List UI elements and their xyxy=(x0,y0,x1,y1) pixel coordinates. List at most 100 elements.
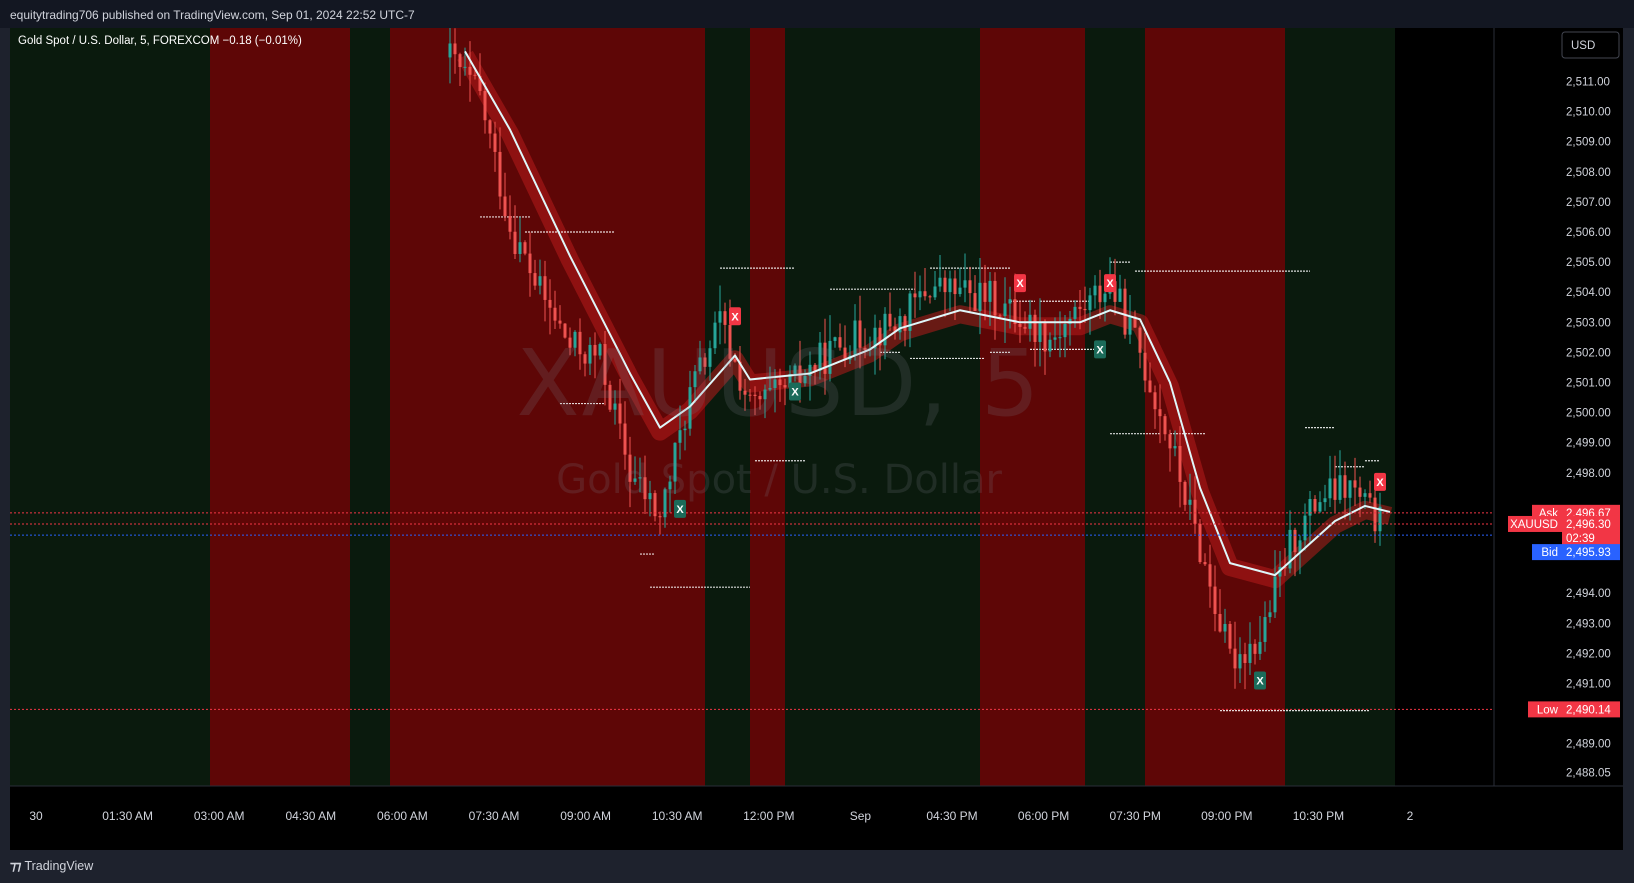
candle-body xyxy=(718,311,722,323)
x-tick-label: 12:00 PM xyxy=(743,809,794,823)
candle-body xyxy=(748,394,752,396)
bid-name-text: Bid xyxy=(1541,547,1558,559)
candle-body xyxy=(943,277,947,293)
bid-value-text: 2,495.93 xyxy=(1566,547,1611,559)
candle-body xyxy=(1008,299,1012,304)
y-tick-label: 2,491.00 xyxy=(1566,679,1611,691)
candle-body xyxy=(543,276,547,300)
candle-body xyxy=(1223,623,1227,632)
candle-body xyxy=(1238,654,1242,669)
candle-body xyxy=(1328,478,1332,499)
candle-body xyxy=(723,311,727,325)
candle-body xyxy=(1143,352,1147,381)
y-tick-label: 2,506.00 xyxy=(1566,227,1611,239)
candle-body xyxy=(473,74,477,76)
candle-body xyxy=(988,280,992,302)
candle-body xyxy=(503,196,507,217)
signal-label: X xyxy=(791,387,799,399)
candle-body xyxy=(1353,480,1357,488)
legend-change: −0.18 (−0.01%) xyxy=(222,35,302,47)
candle-body xyxy=(643,477,647,500)
candle-body xyxy=(563,323,567,338)
candle-body xyxy=(1083,308,1087,311)
candle-body xyxy=(1318,502,1322,512)
currency-label: USD xyxy=(1571,40,1595,52)
zone-green-8 xyxy=(1085,28,1145,786)
candle-body xyxy=(1218,614,1222,632)
candle-body xyxy=(758,395,762,400)
candle-body xyxy=(558,320,562,324)
candle-body xyxy=(1128,316,1132,335)
candle-body xyxy=(843,347,847,360)
candle-body xyxy=(568,337,572,348)
publish-bar: equitytrading706 published on TradingVie… xyxy=(0,0,1634,28)
candle-body xyxy=(1213,586,1217,615)
candle-body xyxy=(938,277,942,287)
signal-label: X xyxy=(676,504,684,516)
candle-body xyxy=(638,477,642,479)
zone-green-2 xyxy=(350,28,390,786)
candle-body xyxy=(728,324,732,359)
candle-body xyxy=(968,280,972,294)
candle-body xyxy=(618,403,622,424)
candle-body xyxy=(933,286,937,298)
candle-body xyxy=(763,389,767,400)
candle-body xyxy=(1183,481,1187,505)
candle-body xyxy=(518,242,522,254)
chart-canvas[interactable]: XXXXXXXX⚡2,511.002,510.002,509.002,508.0… xyxy=(10,28,1623,850)
candle-body xyxy=(1358,487,1362,497)
candle-body xyxy=(488,120,492,134)
candle-body xyxy=(508,216,512,232)
zone-red-7 xyxy=(980,28,1085,786)
candle-body xyxy=(703,357,707,367)
candle-body xyxy=(578,331,582,355)
candle-body xyxy=(498,151,502,197)
candle-body xyxy=(588,344,592,364)
candle-body xyxy=(1093,285,1097,296)
candle-body xyxy=(828,340,832,374)
candle-body xyxy=(1138,327,1142,353)
candle-body xyxy=(1033,314,1037,342)
candle-body xyxy=(553,307,557,321)
candle-body xyxy=(948,278,952,293)
signal-label: X xyxy=(1106,278,1114,290)
time-scale[interactable] xyxy=(10,786,1623,850)
x-tick-label: 09:00 AM xyxy=(560,809,611,823)
candle-body xyxy=(963,280,967,288)
candle-body xyxy=(1303,515,1307,541)
candle-body xyxy=(583,354,587,364)
candle-body xyxy=(833,337,837,341)
candle-body xyxy=(1118,288,1122,302)
candle-body xyxy=(1208,564,1212,587)
legend-symbol: Gold Spot / U.S. Dollar, 5, FOREXCOM xyxy=(18,35,220,47)
candle-body xyxy=(1063,323,1067,338)
candle-body xyxy=(733,358,737,362)
candle-body xyxy=(838,337,842,348)
y-tick-label: 2,499.00 xyxy=(1566,438,1611,450)
candle-body xyxy=(1313,498,1317,512)
y-tick-label: 2,508.00 xyxy=(1566,167,1611,179)
x-tick-label: 04:30 AM xyxy=(285,809,336,823)
candle-body xyxy=(813,364,817,371)
candle-body xyxy=(818,342,822,371)
candle-body xyxy=(538,276,542,286)
candle-body xyxy=(1268,612,1272,618)
candle-body xyxy=(778,379,782,386)
candle-body xyxy=(1103,293,1107,303)
candle-body xyxy=(1233,648,1237,669)
zone-green-0 xyxy=(10,28,210,786)
candle-body xyxy=(603,344,607,385)
y-tick-label: 2,501.00 xyxy=(1566,378,1611,390)
candle-body xyxy=(1293,529,1297,553)
candle-body xyxy=(913,293,917,298)
symbol-legend[interactable]: Gold Spot / U.S. Dollar, 5, FOREXCOM −0.… xyxy=(18,35,302,47)
signal-label: X xyxy=(1016,278,1024,290)
x-tick-label: 01:30 AM xyxy=(102,809,153,823)
chart-area[interactable]: XXXXXXXX⚡2,511.002,510.002,509.002,508.0… xyxy=(10,28,1623,850)
candle-body xyxy=(823,342,827,374)
candle-body xyxy=(1203,562,1207,565)
candle-body xyxy=(528,253,532,274)
tradingview-brand[interactable]: ⁊⁊ TradingView xyxy=(10,858,93,873)
candle-body xyxy=(918,291,922,298)
candle-body xyxy=(1003,303,1007,316)
